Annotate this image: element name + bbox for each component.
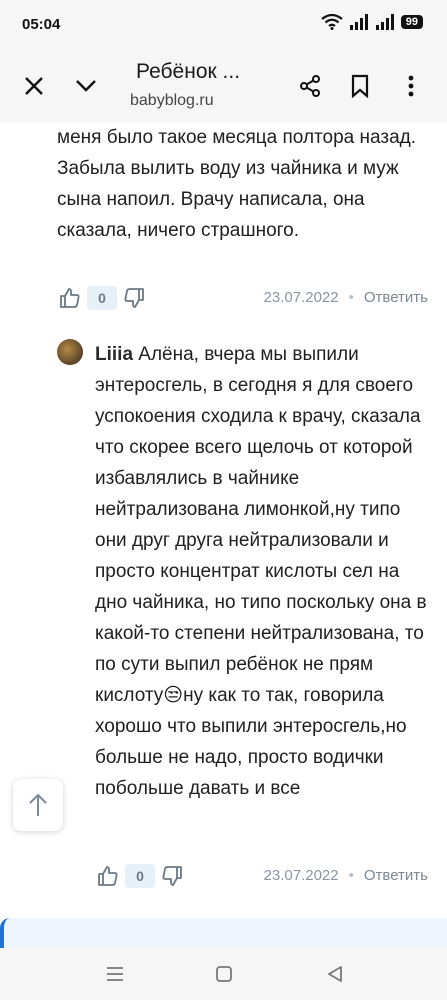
signal-icon-2 bbox=[375, 14, 394, 30]
expand-button[interactable] bbox=[70, 70, 102, 102]
status-bar: 05:04 99 bbox=[0, 0, 447, 52]
recent-apps-button[interactable] bbox=[103, 962, 127, 986]
thumbs-down-icon bbox=[162, 866, 182, 886]
thumbs-down-icon bbox=[124, 288, 144, 308]
comment-date: 23.07.2022 bbox=[263, 289, 339, 306]
share-icon bbox=[300, 75, 320, 97]
bookmark-icon bbox=[351, 74, 369, 98]
close-icon bbox=[25, 77, 43, 95]
system-nav-bar bbox=[0, 948, 447, 1000]
battery-indicator: 99 bbox=[400, 15, 423, 29]
like-button[interactable] bbox=[57, 285, 83, 311]
comment-body: Liiia Алёна, вчера мы выпили энтеросгель… bbox=[95, 339, 435, 804]
status-icons: 99 bbox=[321, 14, 423, 30]
browser-toolbar: Ребёнок ... babyblog.ru bbox=[0, 52, 447, 122]
comment-meta: 23.07.2022 • Ответить bbox=[264, 867, 428, 884]
more-vertical-icon bbox=[408, 75, 414, 97]
comment-meta: 23.07.2022 • Ответить bbox=[264, 289, 428, 306]
share-button[interactable] bbox=[294, 70, 326, 102]
vote-count: 0 bbox=[87, 286, 117, 310]
dislike-button[interactable] bbox=[121, 285, 147, 311]
next-comment-card bbox=[0, 918, 447, 948]
signal-icon-1 bbox=[349, 14, 368, 30]
page-title: Ребёнок ... bbox=[136, 60, 241, 83]
menu-lines-icon bbox=[107, 967, 123, 981]
comment-actions: 0 bbox=[57, 284, 147, 312]
vote-count: 0 bbox=[125, 864, 155, 888]
home-button[interactable] bbox=[212, 962, 236, 986]
comment-author[interactable]: Liiia bbox=[95, 344, 133, 365]
arrow-up-icon bbox=[29, 793, 47, 816]
more-options-button[interactable] bbox=[395, 70, 427, 102]
avatar[interactable] bbox=[57, 339, 83, 365]
back-triangle-icon bbox=[328, 966, 342, 982]
reply-link[interactable]: Ответить bbox=[364, 867, 428, 884]
separator-dot: • bbox=[348, 867, 354, 884]
comment-date: 23.07.2022 bbox=[263, 867, 339, 884]
wifi-icon bbox=[321, 14, 343, 30]
dislike-button[interactable] bbox=[159, 863, 185, 889]
comment-actions: 0 bbox=[95, 862, 185, 890]
status-time: 05:04 bbox=[22, 16, 61, 33]
reply-link[interactable]: Ответить bbox=[364, 289, 428, 306]
comment-text: Алёна, вчера мы выпили энтеросгель, в се… bbox=[95, 344, 427, 799]
like-button[interactable] bbox=[95, 863, 121, 889]
close-button[interactable] bbox=[18, 70, 50, 102]
comment-text: меня было такое месяца полтора назад. За… bbox=[57, 127, 416, 241]
page-url: babyblog.ru bbox=[130, 92, 214, 109]
back-button[interactable] bbox=[323, 962, 347, 986]
thumbs-up-icon bbox=[98, 866, 118, 886]
bookmark-button[interactable] bbox=[344, 70, 376, 102]
separator-dot: • bbox=[348, 289, 354, 306]
square-icon bbox=[216, 966, 232, 982]
scroll-to-top-button[interactable] bbox=[13, 779, 63, 831]
chevron-down-icon bbox=[76, 80, 96, 92]
thumbs-up-icon bbox=[60, 288, 80, 308]
